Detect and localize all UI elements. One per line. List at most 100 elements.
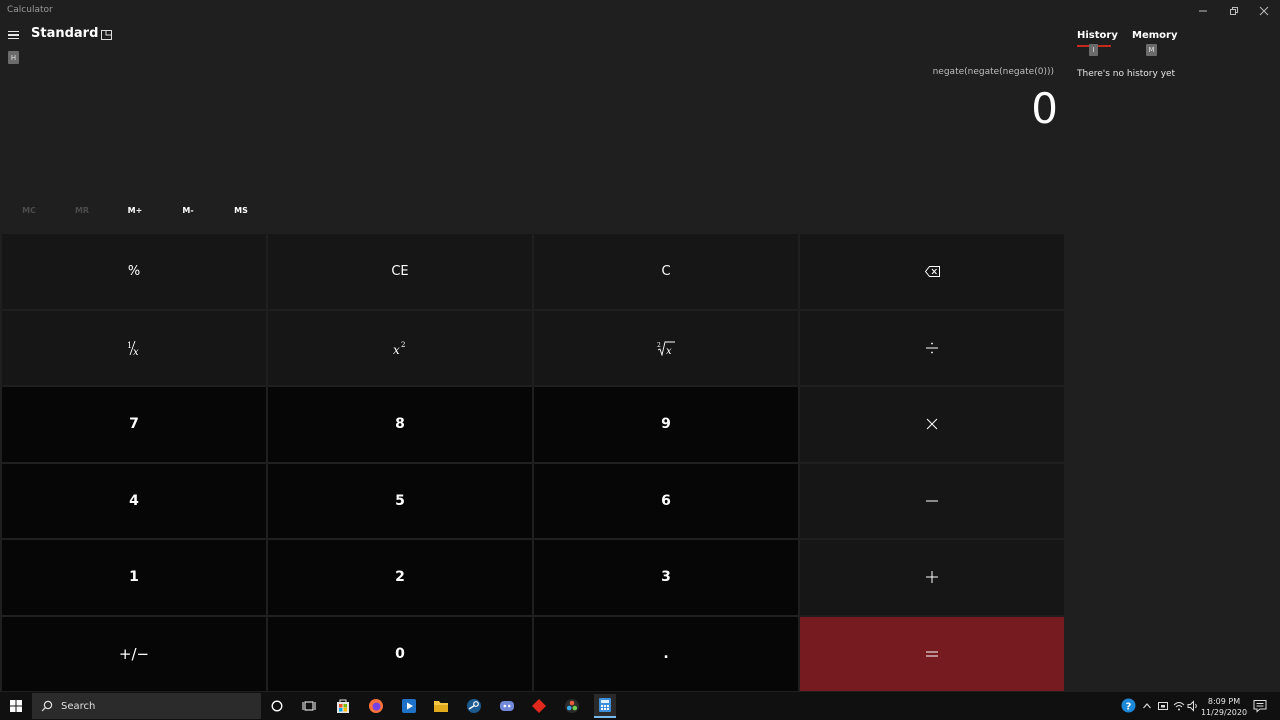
cortana-icon: [271, 700, 283, 712]
tray-help-button[interactable]: ?: [1121, 698, 1136, 713]
backspace-button[interactable]: [800, 234, 1064, 309]
memory-subtract-button[interactable]: M-: [168, 200, 208, 220]
close-button[interactable]: [1249, 0, 1279, 22]
taskbar-calculator-app[interactable]: [594, 694, 616, 718]
square-root-button[interactable]: 2x: [534, 310, 798, 385]
divide-icon: [926, 342, 938, 354]
video-app-icon: [402, 699, 416, 713]
firefox-icon: [369, 699, 383, 713]
decimal-button[interactable]: .: [534, 616, 798, 691]
taskbar-firefox-app[interactable]: [366, 696, 386, 716]
equals-icon: [926, 651, 938, 657]
taskbar-search-box[interactable]: Search: [32, 693, 261, 719]
action-center-button[interactable]: [1253, 699, 1267, 713]
task-view-button[interactable]: [299, 696, 319, 716]
keep-on-top-icon: [100, 29, 112, 40]
svg-text:2: 2: [401, 341, 405, 349]
davinci-resolve-icon: [565, 699, 579, 713]
cortana-button[interactable]: [267, 696, 287, 716]
minimize-button[interactable]: [1188, 0, 1218, 22]
tray-overflow-button[interactable]: [1140, 699, 1154, 713]
start-button[interactable]: [0, 692, 32, 720]
digit-9-button[interactable]: 9: [534, 387, 798, 462]
window-title: Calculator: [7, 5, 53, 15]
equals-button[interactable]: [800, 616, 1064, 691]
memory-store-button[interactable]: MS: [221, 200, 261, 220]
keytip-history: I: [1089, 44, 1098, 56]
multiply-icon: [926, 418, 938, 430]
digit-5-button[interactable]: 5: [268, 463, 532, 538]
taskbar-red-app[interactable]: [529, 696, 549, 716]
clear-entry-label: CE: [391, 263, 409, 279]
taskbar-file-explorer-app[interactable]: [431, 696, 451, 716]
steam-icon: [467, 699, 481, 713]
taskbar-discord-app[interactable]: [497, 696, 517, 716]
decimal-label: .: [663, 645, 669, 662]
backspace-icon: [924, 265, 940, 277]
add-button[interactable]: [800, 540, 1064, 615]
digit-8-label: 8: [395, 416, 405, 433]
tray-device-button[interactable]: [1156, 699, 1170, 713]
close-icon: [1259, 6, 1269, 16]
digit-8-button[interactable]: 8: [268, 387, 532, 462]
percent-button[interactable]: %: [2, 234, 266, 309]
keep-on-top-button[interactable]: [100, 29, 112, 40]
divide-button[interactable]: [800, 310, 1064, 385]
tab-history[interactable]: History: [1077, 30, 1118, 41]
discord-icon: [500, 701, 514, 711]
diamond-app-icon: [532, 699, 546, 713]
digit-4-button[interactable]: 4: [2, 463, 266, 538]
folder-icon: [434, 701, 448, 712]
svg-text:?: ?: [1126, 702, 1132, 713]
search-icon: [41, 700, 53, 712]
multiply-button[interactable]: [800, 387, 1064, 462]
memory-recall-button[interactable]: MR: [62, 200, 102, 220]
digit-6-label: 6: [661, 492, 671, 509]
tab-memory[interactable]: Memory: [1132, 30, 1177, 41]
clear-label: C: [661, 263, 671, 279]
help-icon: ?: [1121, 698, 1136, 713]
taskbar-store-app[interactable]: [333, 696, 353, 716]
memory-clear-button[interactable]: MC: [9, 200, 49, 220]
notification-icon: [1253, 700, 1267, 713]
digit-0-label: 0: [395, 645, 405, 662]
plus-icon: [926, 571, 938, 584]
negate-button[interactable]: +/−: [2, 616, 266, 691]
hamburger-menu-button[interactable]: [4, 27, 22, 43]
digit-7-button[interactable]: 7: [2, 387, 266, 462]
digit-6-button[interactable]: 6: [534, 463, 798, 538]
task-view-icon: [302, 701, 316, 711]
square-icon: x2: [393, 341, 405, 356]
reciprocal-icon: 1x: [127, 340, 139, 356]
subtract-button[interactable]: [800, 463, 1064, 538]
digit-5-label: 5: [395, 492, 405, 509]
digit-7-label: 7: [129, 416, 139, 433]
reciprocal-button[interactable]: 1x: [2, 310, 266, 385]
square-button[interactable]: x2: [268, 310, 532, 385]
square-root-icon: 2x: [657, 341, 675, 356]
digit-3-button[interactable]: 3: [534, 540, 798, 615]
restore-button[interactable]: [1219, 0, 1249, 22]
taskbar-resolve-app[interactable]: [562, 696, 582, 716]
digit-2-button[interactable]: 2: [268, 540, 532, 615]
expression-display: negate(negate(negate(0))): [932, 67, 1054, 77]
digit-2-label: 2: [395, 569, 405, 586]
search-placeholder: Search: [61, 700, 96, 712]
taskbar: Search ? 8:09 PM 11/29/2020: [0, 692, 1280, 720]
clear-entry-button[interactable]: CE: [268, 234, 532, 309]
memory-add-button[interactable]: M+: [115, 200, 155, 220]
svg-text:1: 1: [127, 341, 132, 350]
percent-label: %: [127, 263, 141, 279]
digit-1-label: 1: [129, 569, 139, 586]
clear-button[interactable]: C: [534, 234, 798, 309]
taskbar-video-app[interactable]: [399, 696, 419, 716]
digit-9-label: 9: [661, 416, 671, 433]
tray-network-button[interactable]: [1172, 699, 1186, 713]
svg-text:x: x: [666, 346, 672, 356]
digit-1-button[interactable]: 1: [2, 540, 266, 615]
taskbar-clock[interactable]: 8:09 PM 11/29/2020: [1198, 696, 1250, 718]
calculator-icon: [599, 698, 611, 712]
digit-0-button[interactable]: 0: [268, 616, 532, 691]
taskbar-steam-app[interactable]: [464, 696, 484, 716]
device-icon: [1158, 702, 1168, 710]
